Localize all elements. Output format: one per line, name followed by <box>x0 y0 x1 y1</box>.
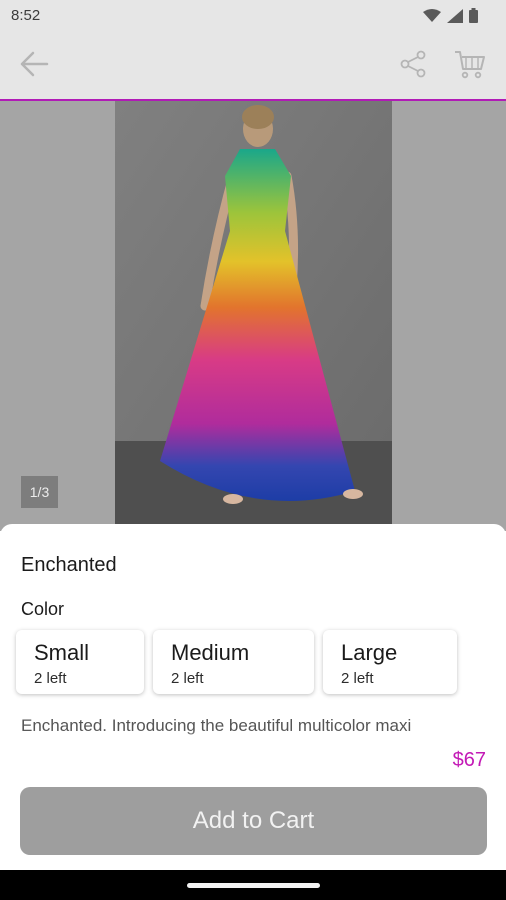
page-indicator: 1/3 <box>21 476 58 508</box>
size-option-medium[interactable]: Medium 2 left <box>153 630 314 694</box>
product-details-sheet: Enchanted Color Small 2 left Medium 2 le… <box>0 524 506 870</box>
battery-icon <box>469 8 478 28</box>
option-label: Color <box>21 599 65 619</box>
home-indicator[interactable] <box>187 883 320 888</box>
size-stock: 2 left <box>341 670 374 687</box>
size-option-large[interactable]: Large 2 left <box>323 630 457 694</box>
system-nav-bar <box>0 870 506 900</box>
share-button[interactable] <box>393 46 433 86</box>
product-title: Enchanted <box>21 554 117 576</box>
wifi-icon <box>423 8 441 28</box>
size-stock: 2 left <box>34 670 67 687</box>
size-options: Small 2 left Medium 2 left Large 2 left <box>16 630 457 694</box>
back-button[interactable] <box>14 46 54 86</box>
cart-button[interactable] <box>450 46 490 86</box>
status-bar: 8:52 <box>0 0 506 32</box>
status-icons <box>423 8 478 28</box>
size-stock: 2 left <box>171 670 204 687</box>
signal-icon <box>447 8 463 28</box>
size-name: Medium <box>171 640 250 665</box>
size-name: Small <box>34 640 90 665</box>
description-fade <box>0 730 506 748</box>
cart-icon <box>454 49 486 84</box>
add-to-cart-button[interactable]: Add to Cart <box>20 787 487 855</box>
arrow-left-icon <box>19 51 49 82</box>
product-gallery[interactable]: 1/3 <box>0 101 506 531</box>
share-icon <box>399 50 427 83</box>
size-name: Large <box>341 640 398 665</box>
product-price: $67 <box>452 749 486 771</box>
product-photo[interactable] <box>115 101 392 525</box>
size-option-small[interactable]: Small 2 left <box>16 630 144 694</box>
status-time: 8:52 <box>11 7 41 24</box>
